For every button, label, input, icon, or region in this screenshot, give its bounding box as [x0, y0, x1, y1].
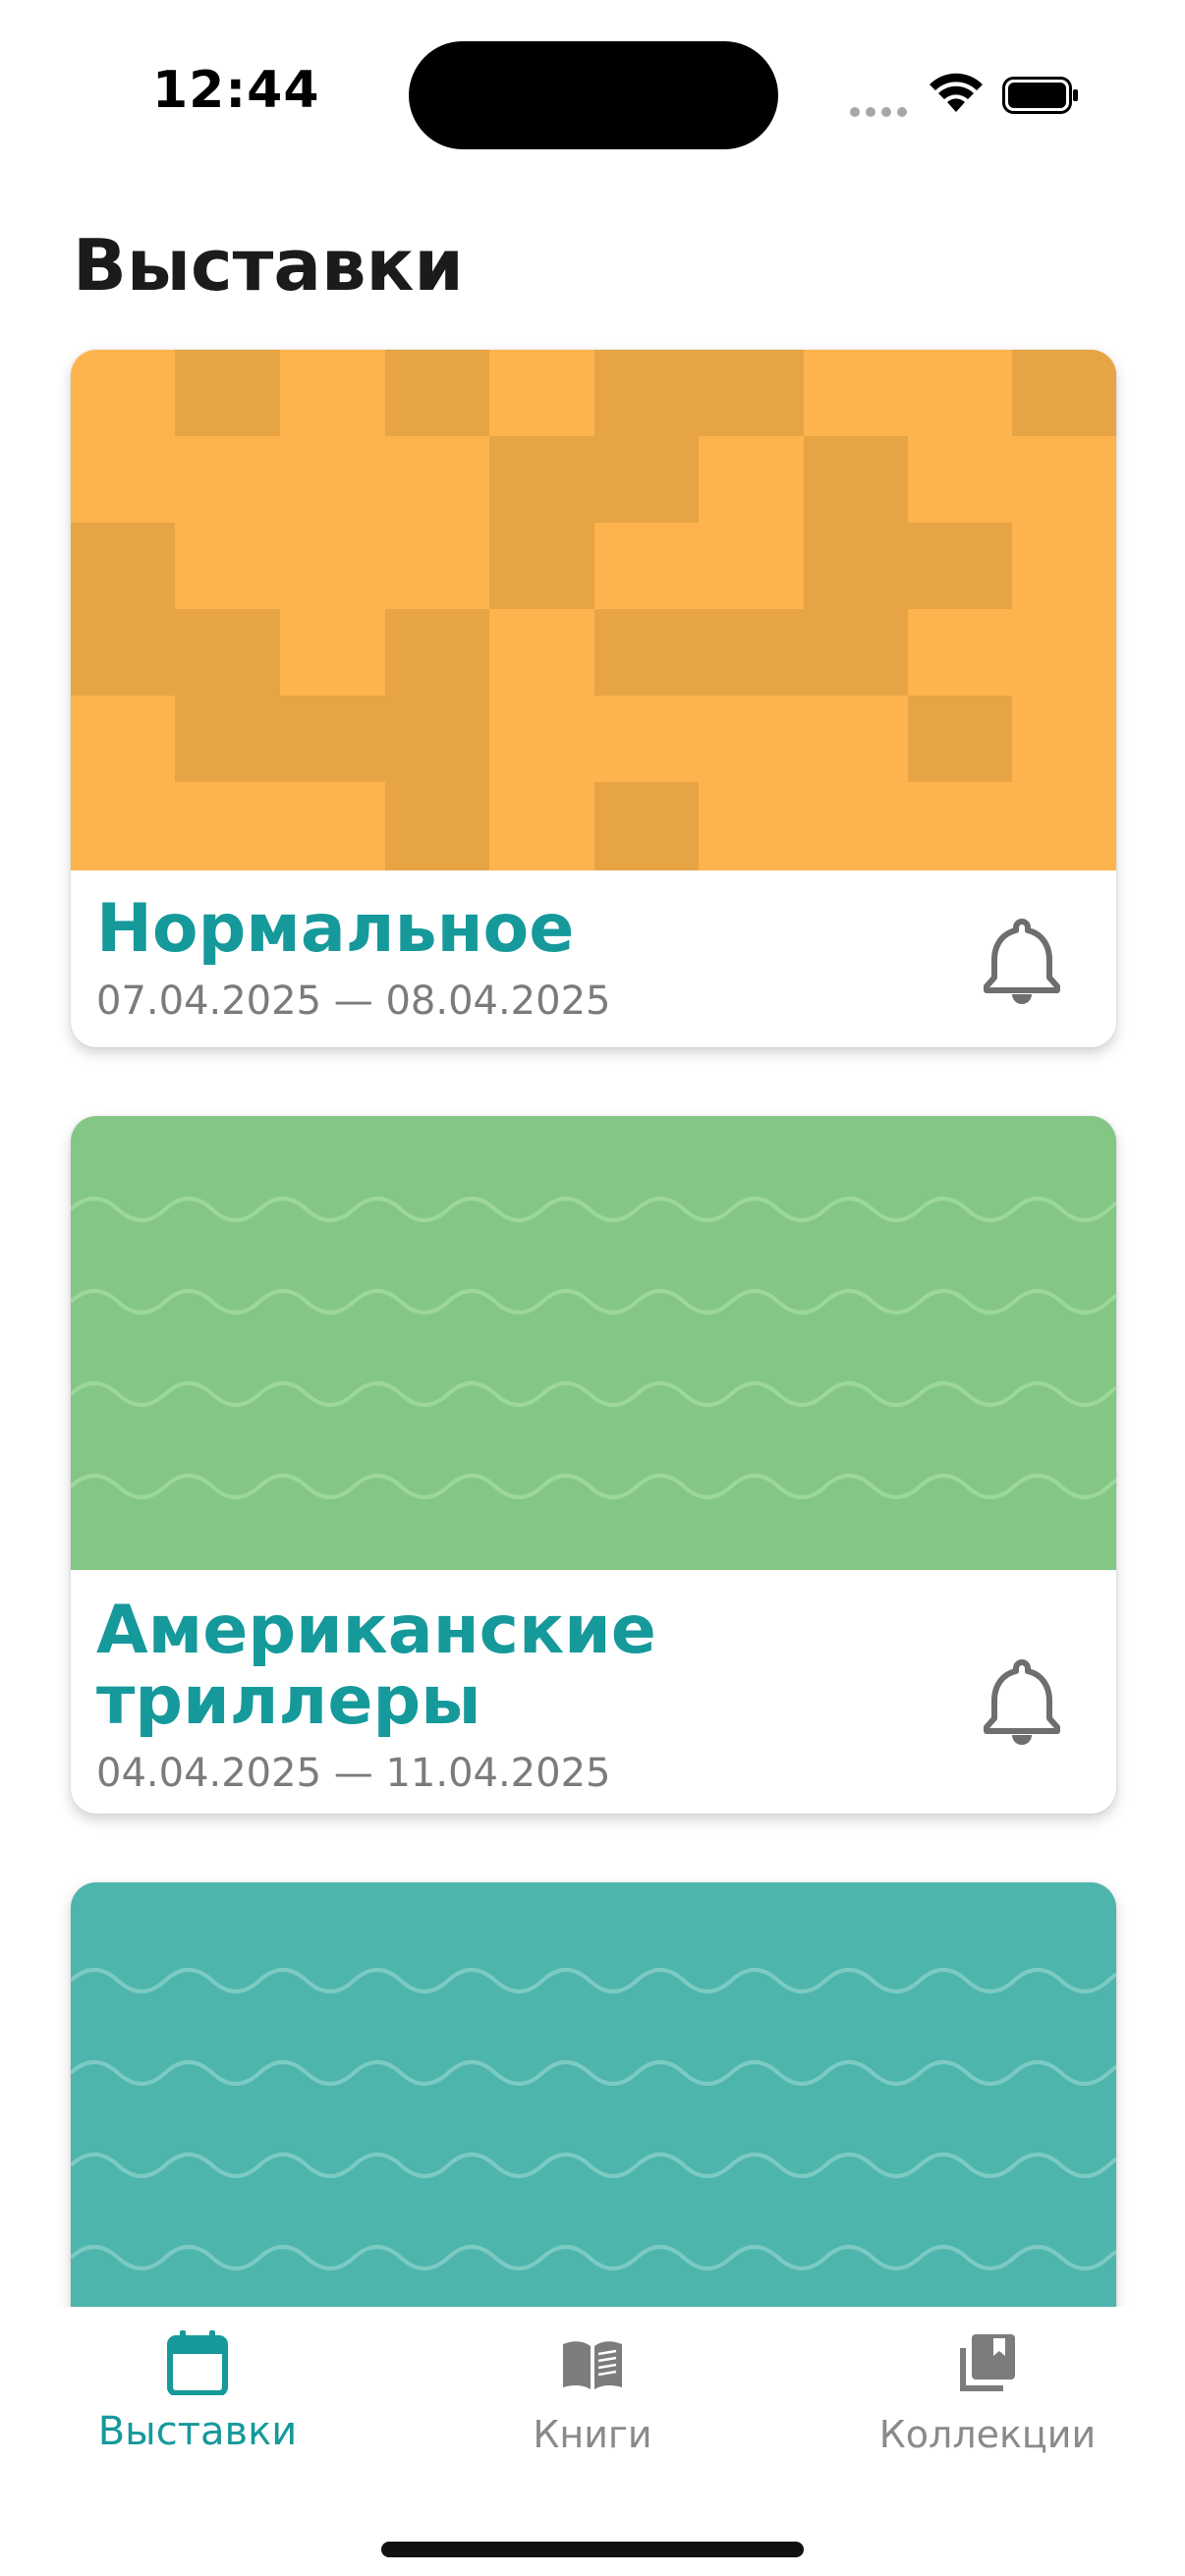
calendar-icon	[167, 2330, 228, 2395]
tab-collections[interactable]: Коллекции	[790, 2307, 1185, 2503]
tab-exhibitions[interactable]: Выставки	[0, 2307, 395, 2503]
home-indicator	[381, 2542, 804, 2557]
exhibition-cover	[71, 350, 1116, 870]
exhibition-card-body: Нормальное 07.04.2025 — 08.04.2025	[71, 870, 1116, 1047]
exhibition-card-body: Американские триллеры 04.04.2025 — 11.04…	[71, 1570, 1116, 1814]
page-title: Выставки	[73, 224, 464, 307]
tab-books[interactable]: Книги	[395, 2307, 790, 2503]
tab-collections-label: Коллекции	[878, 2413, 1097, 2456]
dynamic-island	[409, 41, 778, 149]
battery-icon	[1002, 77, 1078, 114]
wifi-icon	[930, 73, 983, 112]
exhibition-dates: 07.04.2025 — 08.04.2025	[96, 979, 611, 1024]
cellular-signal-icon	[850, 102, 913, 121]
open-book-icon	[563, 2341, 622, 2389]
exhibition-title-line-2: триллеры	[96, 1662, 481, 1740]
tab-bar: Выставки Книги Коллекции	[0, 2307, 1185, 2576]
exhibition-card[interactable]: Нормальное 07.04.2025 — 08.04.2025	[71, 350, 1116, 1047]
tab-books-label: Книги	[533, 2413, 652, 2456]
exhibition-title-line-1: Американские	[96, 1592, 656, 1669]
exhibition-title: Нормальное	[96, 890, 575, 968]
exhibition-card[interactable]: Американские триллеры 04.04.2025 — 11.04…	[71, 1116, 1116, 1814]
exhibition-dates: 04.04.2025 — 11.04.2025	[96, 1751, 611, 1796]
tab-exhibitions-label: Выставки	[97, 2409, 298, 2454]
library-icon	[960, 2334, 1015, 2391]
bell-icon[interactable]	[981, 918, 1063, 1006]
status-bar: 12:44	[0, 0, 1185, 187]
status-time: 12:44	[152, 61, 320, 120]
bell-icon[interactable]	[981, 1658, 1063, 1747]
exhibition-cover	[71, 1116, 1116, 1570]
